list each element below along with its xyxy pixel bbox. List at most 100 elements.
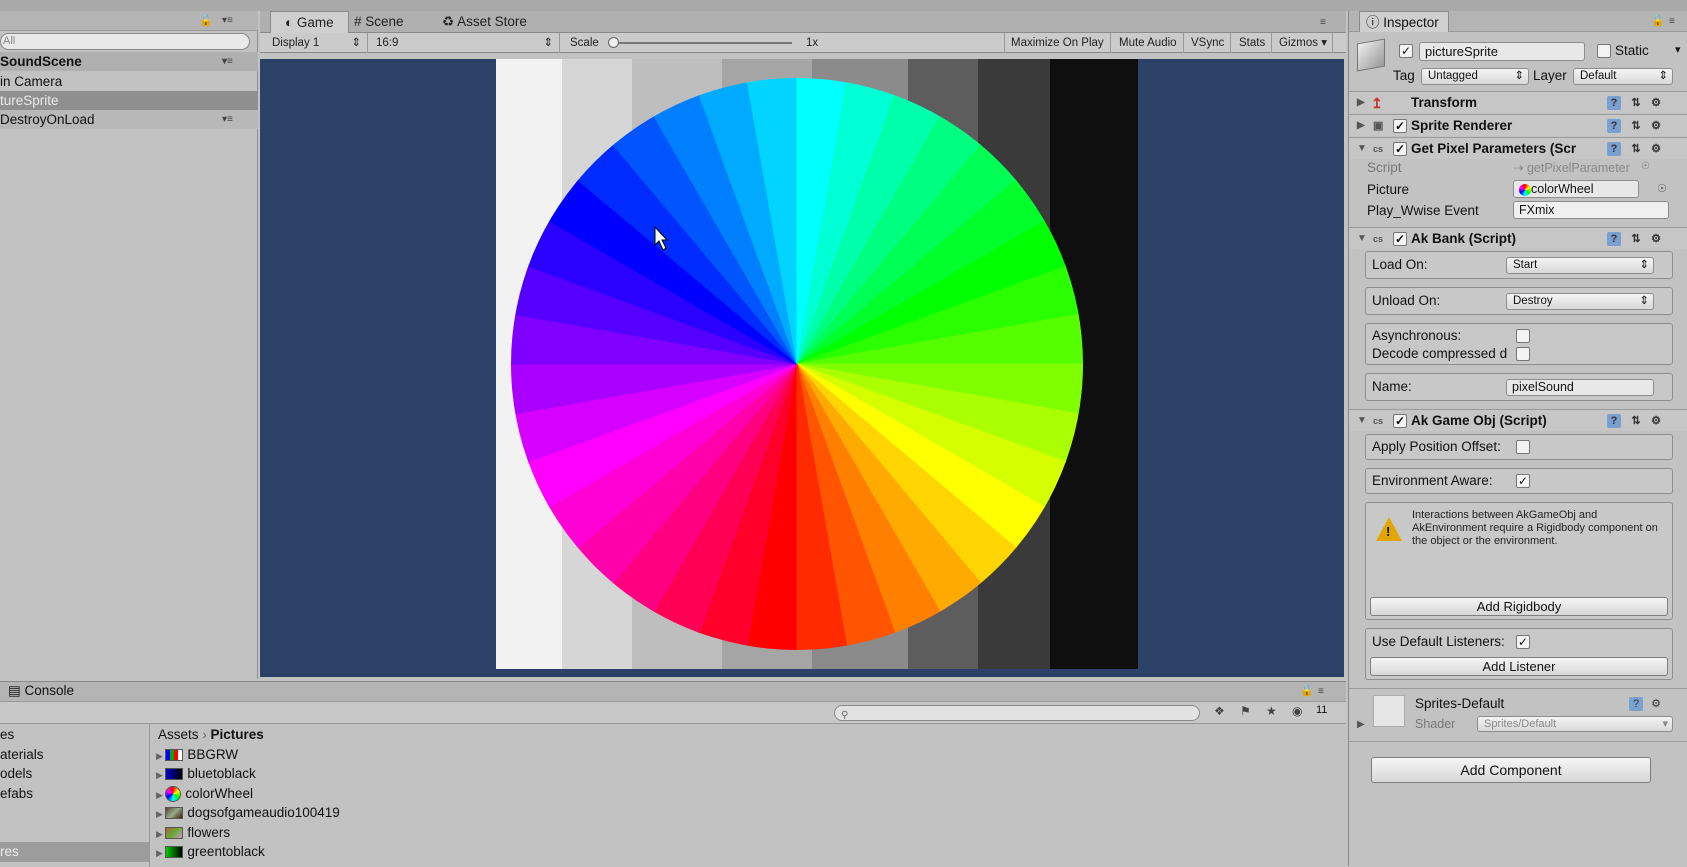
tab-game[interactable]: ◐ Game	[270, 11, 349, 33]
picture-field[interactable]: colorWheel	[1513, 180, 1639, 198]
breadcrumb-pictures[interactable]: Pictures	[211, 727, 264, 742]
ak-game-obj-component-header[interactable]: ▼ cs ✓ Ak Game Obj (Script) ? ⇅ ⚙	[1349, 409, 1687, 431]
gear-icon[interactable]: ⚙	[1649, 96, 1663, 110]
game-menu-icon[interactable]: ≡	[1320, 17, 1326, 28]
lock-icon[interactable]: 🔒	[1300, 684, 1314, 697]
folder-item-materials[interactable]: aterials	[0, 745, 44, 765]
wwise-event-field[interactable]: FXmix	[1513, 201, 1669, 219]
static-checkbox[interactable]	[1597, 44, 1611, 58]
filter-type-icon[interactable]: ❖	[1214, 704, 1225, 718]
help-book-icon[interactable]: ?	[1607, 414, 1621, 428]
expand-arrow-icon[interactable]: ▶	[1357, 92, 1365, 114]
layer-dropdown[interactable]: Default ⇕	[1573, 68, 1673, 85]
sprite-renderer-enabled-checkbox[interactable]: ✓	[1393, 119, 1407, 133]
vsync-button[interactable]: VSync	[1185, 33, 1232, 53]
hidden-eye-icon[interactable]: ◉	[1292, 704, 1302, 718]
panel-menu-icon[interactable]: ▾≡	[222, 15, 233, 26]
folder-item-pictures[interactable]: res	[0, 842, 150, 862]
expand-arrow-icon[interactable]: ▶	[156, 790, 165, 800]
help-book-icon[interactable]: ?	[1607, 232, 1621, 246]
display-dropdown[interactable]: Display 1 ⇕	[266, 33, 368, 53]
folder-item[interactable]: es	[0, 725, 14, 745]
collapse-arrow-icon[interactable]: ▼	[1357, 410, 1367, 432]
inspector-menu-icon[interactable]: ≡	[1669, 11, 1675, 32]
folder-item-models[interactable]: odels	[0, 764, 32, 784]
tab-scene[interactable]: # Scene	[340, 11, 418, 33]
expand-arrow-icon[interactable]: ▶	[1357, 719, 1365, 730]
shader-dropdown[interactable]: Sprites/Default ▾	[1477, 716, 1673, 732]
filter-label-icon[interactable]: ⚑	[1240, 704, 1251, 718]
preset-icon[interactable]: ⇅	[1629, 414, 1643, 428]
expand-arrow-icon[interactable]: ▶	[156, 829, 165, 839]
preset-icon[interactable]: ⇅	[1629, 142, 1643, 156]
lock-icon[interactable]: 🔒	[199, 14, 213, 27]
object-picker-icon[interactable]: ☉	[1657, 182, 1667, 195]
help-book-icon[interactable]: ?	[1607, 142, 1621, 156]
env-aware-checkbox[interactable]: ✓	[1516, 474, 1530, 488]
expand-arrow-icon[interactable]: ▶	[156, 848, 165, 858]
help-book-icon[interactable]: ?	[1607, 119, 1621, 133]
default-listeners-checkbox[interactable]: ✓	[1516, 635, 1530, 649]
scale-slider-track[interactable]	[612, 42, 792, 44]
collapse-arrow-icon[interactable]: ▼	[1357, 228, 1367, 250]
preset-icon[interactable]: ⇅	[1629, 119, 1643, 133]
gear-icon[interactable]: ⚙	[1649, 232, 1663, 246]
expand-arrow-icon[interactable]: ▶	[156, 770, 165, 780]
add-component-button[interactable]: Add Component	[1371, 757, 1651, 783]
expand-arrow-icon[interactable]: ▶	[156, 809, 165, 819]
asset-item[interactable]: ▶ bluetoblack	[156, 764, 256, 784]
add-listener-button[interactable]: Add Listener	[1370, 657, 1668, 676]
tag-dropdown[interactable]: Untagged ⇕	[1421, 68, 1529, 85]
lock-icon[interactable]: 🔒	[1651, 11, 1665, 32]
asset-item[interactable]: ▶ greentoblack	[156, 842, 265, 862]
dont-destroy-menu-icon[interactable]: ▾≡	[222, 110, 233, 129]
folder-item-prefabs[interactable]: efabs	[0, 784, 33, 804]
asset-item[interactable]: ▶ dogsofgameaudio100419	[156, 803, 340, 823]
hierarchy-item-main-camera[interactable]: in Camera	[0, 72, 258, 91]
stats-button[interactable]: Stats	[1233, 33, 1273, 53]
active-checkbox[interactable]: ✓	[1399, 44, 1413, 58]
gear-icon[interactable]: ⚙	[1649, 414, 1663, 428]
panel-menu-icon[interactable]: ≡	[1318, 686, 1324, 697]
tab-asset-store[interactable]: ♻ Asset Store	[428, 11, 541, 33]
asset-item[interactable]: ▶ BBGRW	[156, 745, 238, 765]
sprite-renderer-component-header[interactable]: ▶ ▣ ✓ Sprite Renderer ? ⇅ ⚙	[1349, 114, 1687, 136]
get-pixel-component-header[interactable]: ▼ cs ✓ Get Pixel Parameters (Scr ? ⇅ ⚙	[1349, 137, 1687, 159]
object-picker-icon[interactable]: ☉	[1641, 161, 1650, 172]
dont-destroy-row[interactable]: DestroyOnLoad ▾≡	[0, 110, 258, 129]
expand-arrow-icon[interactable]: ▶	[1357, 115, 1365, 137]
ak-game-obj-enabled-checkbox[interactable]: ✓	[1393, 414, 1407, 428]
gear-icon[interactable]: ⚙	[1649, 697, 1663, 711]
gizmos-button[interactable]: Gizmos ▾	[1273, 33, 1333, 53]
help-book-icon[interactable]: ?	[1607, 96, 1621, 110]
breadcrumb-assets[interactable]: Assets	[158, 727, 199, 742]
expand-arrow-icon[interactable]: ▶	[156, 751, 165, 761]
hierarchy-search-input[interactable]: All	[0, 33, 250, 50]
help-book-icon[interactable]: ?	[1629, 697, 1643, 711]
object-name-field[interactable]: pictureSprite	[1419, 42, 1585, 61]
asset-item[interactable]: ▶ colorWheel	[156, 784, 253, 804]
aspect-dropdown[interactable]: 16:9 ⇕	[370, 33, 560, 53]
preset-icon[interactable]: ⇅	[1629, 232, 1643, 246]
mute-audio-button[interactable]: Mute Audio	[1113, 33, 1184, 53]
scene-menu-icon[interactable]: ▾≡	[222, 52, 233, 71]
project-search-input[interactable]: ⚲	[834, 705, 1200, 721]
tab-inspector[interactable]: ⓘ Inspector	[1359, 11, 1449, 32]
preset-icon[interactable]: ⇅	[1629, 96, 1643, 110]
tab-console[interactable]: ▤ Console	[8, 683, 74, 699]
async-checkbox[interactable]	[1516, 329, 1530, 343]
ak-bank-component-header[interactable]: ▼ cs ✓ Ak Bank (Script) ? ⇅ ⚙	[1349, 227, 1687, 249]
decode-checkbox[interactable]	[1516, 347, 1530, 361]
scale-slider-thumb[interactable]	[608, 37, 619, 48]
static-dropdown-icon[interactable]: ▾	[1675, 43, 1681, 56]
collapse-arrow-icon[interactable]: ▼	[1357, 138, 1367, 160]
gear-icon[interactable]: ⚙	[1649, 119, 1663, 133]
add-rigidbody-button[interactable]: Add Rigidbody	[1370, 597, 1668, 616]
apply-offset-checkbox[interactable]	[1516, 440, 1530, 454]
transform-component-header[interactable]: ▶ ↥ Transform ? ⇅ ⚙	[1349, 91, 1687, 113]
get-pixel-enabled-checkbox[interactable]: ✓	[1393, 142, 1407, 156]
hierarchy-item-picture-sprite[interactable]: tureSprite	[0, 91, 258, 110]
game-viewport[interactable]	[260, 59, 1344, 677]
scene-row[interactable]: SoundScene ▾≡	[0, 52, 258, 71]
ak-bank-enabled-checkbox[interactable]: ✓	[1393, 232, 1407, 246]
